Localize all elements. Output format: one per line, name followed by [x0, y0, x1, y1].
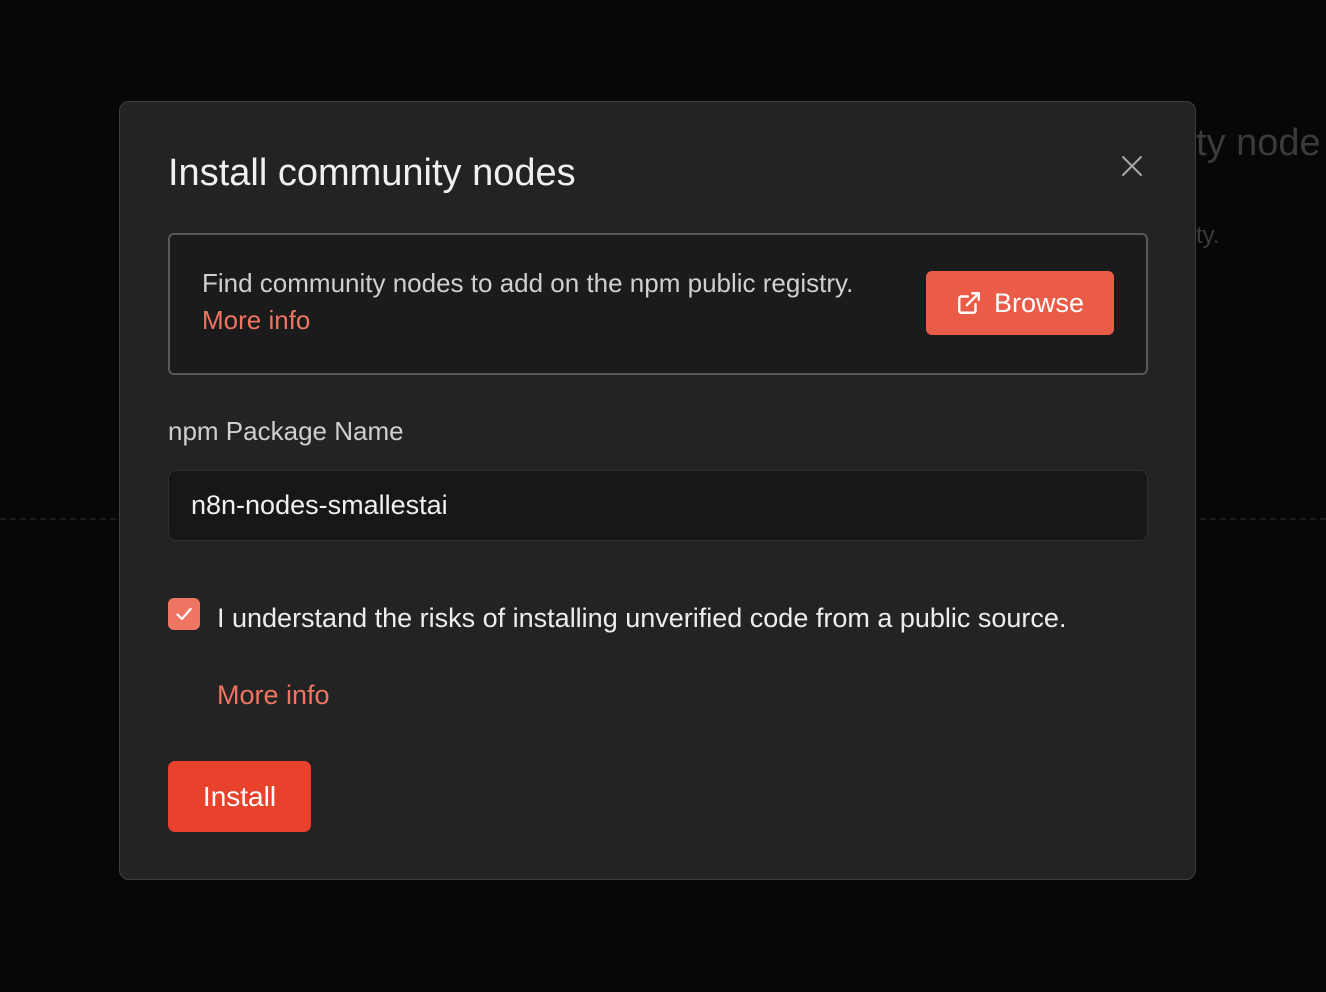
- browse-button[interactable]: Browse: [926, 271, 1114, 335]
- package-name-input[interactable]: [168, 470, 1148, 541]
- close-icon: [1122, 156, 1142, 176]
- registry-info-text: Find community nodes to add on the npm p…: [202, 265, 862, 339]
- install-community-nodes-dialog: Install community nodes Find community n…: [119, 101, 1196, 880]
- install-button[interactable]: Install: [168, 761, 311, 832]
- dialog-title: Install community nodes: [168, 152, 576, 194]
- registry-info-box: Find community nodes to add on the npm p…: [168, 233, 1148, 375]
- close-button[interactable]: [1116, 150, 1148, 182]
- registry-more-info-link[interactable]: More info: [202, 305, 310, 335]
- background-page-title: ty node: [1196, 122, 1321, 164]
- browse-button-label: Browse: [993, 287, 1085, 318]
- install-button-label: Install: [202, 780, 277, 812]
- external-link-icon: [958, 292, 980, 314]
- background-page-subtitle: ty.: [1196, 222, 1220, 249]
- risk-more-info-link[interactable]: More info: [217, 676, 330, 714]
- package-name-label: npm Package Name: [168, 416, 404, 446]
- risk-consent-checkbox[interactable]: [168, 598, 200, 630]
- checkmark-icon: [176, 607, 192, 621]
- registry-info-message: Find community nodes to add on the npm p…: [202, 268, 854, 298]
- risk-consent-label: I understand the risks of installing unv…: [217, 603, 1067, 633]
